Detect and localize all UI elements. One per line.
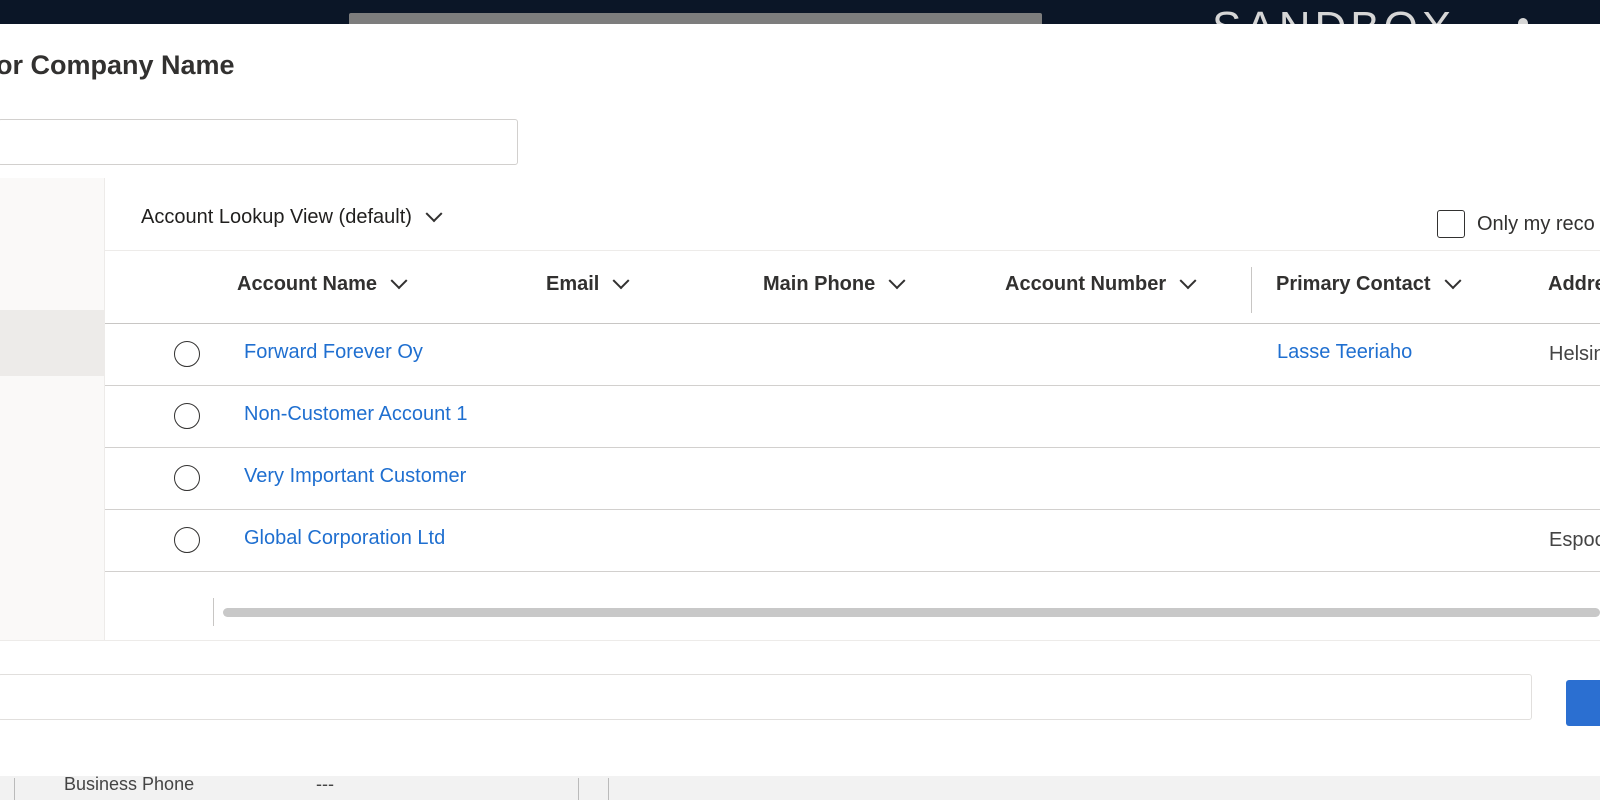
checkbox-icon[interactable] <box>1437 210 1465 238</box>
chevron-down-icon <box>888 271 906 289</box>
column-header-label: Addre <box>1548 273 1600 295</box>
chevron-down-icon <box>425 204 443 222</box>
dialog-title: or Company Name <box>0 50 235 80</box>
column-header-label: Main Phone <box>763 273 876 295</box>
column-header-email[interactable]: Email <box>546 271 630 296</box>
chevron-down-icon <box>390 271 408 289</box>
radio-button-icon[interactable] <box>174 527 200 553</box>
chevron-down-icon <box>612 271 630 289</box>
divider <box>14 778 15 800</box>
account-name-link[interactable]: Forward Forever Oy <box>244 341 423 364</box>
column-header-account-name[interactable]: Account Name <box>237 271 408 296</box>
horizontal-scrollbar-thumb[interactable] <box>223 608 1600 617</box>
column-header-primary-contact[interactable]: Primary Contact <box>1276 271 1461 296</box>
lookup-dialog: or Company Name Account Lookup View (def… <box>0 24 1600 776</box>
column-resize-handle[interactable] <box>1251 267 1252 313</box>
divider <box>608 778 609 800</box>
add-button[interactable] <box>1566 680 1600 726</box>
chevron-down-icon <box>1179 271 1197 289</box>
column-header-main-phone[interactable]: Main Phone <box>763 271 906 296</box>
table-row[interactable]: Forward Forever Oy Lasse Teeriaho Helsin <box>105 324 1600 386</box>
left-pane-selected-item[interactable] <box>0 310 104 376</box>
records-grid: Account Lookup View (default) Only my re… <box>105 178 1600 640</box>
primary-contact-link[interactable]: Lasse Teeriaho <box>1277 341 1412 364</box>
column-header-account-number[interactable]: Account Number <box>1005 271 1197 296</box>
account-name-link[interactable]: Non-Customer Account 1 <box>244 403 467 426</box>
table-row[interactable]: Very Important Customer <box>105 448 1600 510</box>
column-header-address[interactable]: Addre <box>1548 273 1600 296</box>
chevron-down-icon <box>1444 271 1461 289</box>
left-pane <box>0 178 105 640</box>
column-header-label: Email <box>546 273 600 295</box>
divider <box>0 640 1600 641</box>
background-form-strip: Business Phone --- <box>0 772 1600 800</box>
address-cell: Espoo <box>1549 529 1600 551</box>
account-name-link[interactable]: Very Important Customer <box>244 465 466 488</box>
search-input[interactable] <box>0 120 517 164</box>
global-search-bar[interactable] <box>349 13 1042 24</box>
view-selector-label: Account Lookup View (default) <box>141 206 412 228</box>
only-my-records-label: Only my reco <box>1477 212 1595 235</box>
radio-button-icon[interactable] <box>174 341 200 367</box>
column-header-label: Primary Contact <box>1276 273 1431 295</box>
table-row[interactable]: Global Corporation Ltd Espoo <box>105 510 1600 572</box>
grid-header-row: Account Name Email Main Phone Account Nu… <box>105 251 1600 324</box>
only-my-records-toggle[interactable]: Only my reco <box>1437 210 1595 238</box>
radio-button-icon[interactable] <box>174 465 200 491</box>
radio-button-icon[interactable] <box>174 403 200 429</box>
top-navigation-bar: SANDBOX <box>0 0 1600 24</box>
column-header-label: Account Number <box>1005 273 1167 295</box>
divider <box>578 778 579 800</box>
search-box[interactable] <box>0 119 518 165</box>
footer-field[interactable] <box>0 674 1532 720</box>
address-cell: Helsin <box>1549 343 1600 365</box>
account-name-link[interactable]: Global Corporation Ltd <box>244 527 445 550</box>
table-row[interactable]: Non-Customer Account 1 <box>105 386 1600 448</box>
column-header-label: Account Name <box>237 273 378 295</box>
environment-label: SANDBOX <box>1212 6 1455 25</box>
view-selector[interactable]: Account Lookup View (default) <box>141 204 443 229</box>
